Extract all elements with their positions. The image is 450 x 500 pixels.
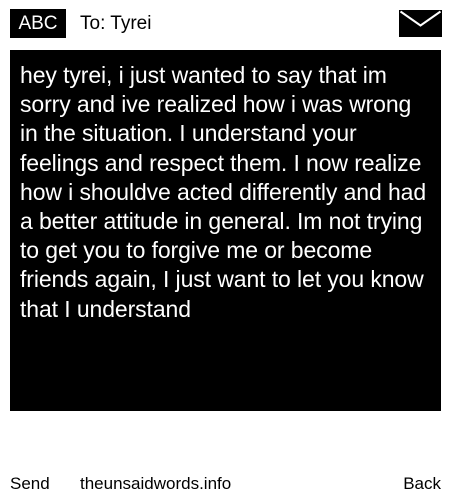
site-label: theunsaidwords.info bbox=[80, 474, 232, 493]
message-body[interactable]: hey tyrei, i just wanted to say that im … bbox=[20, 61, 431, 324]
envelope-icon[interactable] bbox=[399, 10, 442, 37]
send-button[interactable]: Send bbox=[10, 470, 50, 498]
recipient-field[interactable]: To: Tyrei bbox=[80, 9, 151, 38]
header-bar: ABC To: Tyrei bbox=[0, 0, 450, 48]
back-button[interactable]: Back bbox=[403, 470, 441, 498]
footer-bar: Send theunsaidwords.info Back bbox=[0, 470, 450, 498]
input-mode-badge[interactable]: ABC bbox=[10, 9, 66, 38]
message-compose-box[interactable]: hey tyrei, i just wanted to say that im … bbox=[10, 50, 441, 411]
